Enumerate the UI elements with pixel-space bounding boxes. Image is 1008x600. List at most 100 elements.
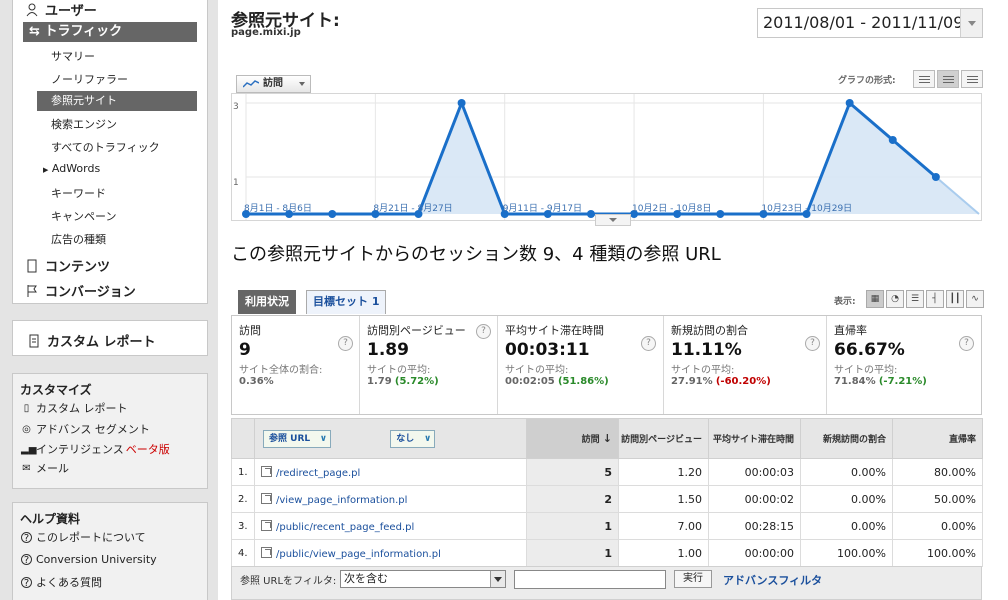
secondary-dimension-select[interactable]: なし (390, 429, 436, 448)
help-about-report[interactable]: ? このレポートについて (21, 529, 146, 545)
summary-heading: この参照元サイトからのセッション数 9、4 種類の参照 URL (231, 244, 721, 265)
report-icon (27, 334, 41, 348)
filter-operator-select[interactable]: 次を含む (340, 570, 506, 588)
view-comparison-button[interactable]: ┤ (926, 290, 944, 308)
help-conversion-university[interactable]: ? Conversion University (21, 553, 157, 566)
help-box: ヘルプ資料 ? このレポートについて ? Conversion Universi… (12, 502, 208, 600)
table-row: 4. /public/view_page_information.pl 1 1.… (231, 539, 983, 567)
customize-custom-report[interactable]: ▯ カスタム レポート (21, 400, 128, 416)
nav-sub-ad-versions[interactable]: 広告の種類 (51, 231, 106, 247)
chart-point[interactable] (845, 99, 854, 107)
row-url-link[interactable]: /public/view_page_information.pl (276, 549, 441, 560)
column-pages-per-visit[interactable]: 訪問別ページビュー (618, 418, 709, 459)
visits-chart-svg: 8月1日 - 8月6日 8月21日 - 8月27日 9月11日 - 9月17日 10月… (231, 93, 982, 221)
document-icon (25, 259, 39, 273)
date-range-picker[interactable]: 2011/08/01 - 2011/11/09 (757, 8, 983, 38)
x-axis-label: 10月23日 - 10月29日 (761, 203, 852, 214)
view-performance-button[interactable]: ☰ (906, 290, 924, 308)
row-url-link[interactable]: /view_page_information.pl (276, 495, 407, 506)
beta-badge: ベータ版 (125, 443, 170, 456)
graph-style-week-button[interactable] (937, 70, 959, 88)
primary-dimension-select[interactable]: 参照 URL (263, 429, 332, 448)
nav-sub-referring-sites[interactable]: 参照元サイト (37, 91, 197, 111)
help-icon[interactable]: ? (959, 336, 974, 351)
table-row: 3. /public/recent_page_feed.pl 1 7.00 00… (231, 512, 983, 540)
chart-point[interactable] (716, 210, 725, 218)
chart-metric-select[interactable]: 訪問 (236, 75, 311, 93)
filter-run-button[interactable]: 実行 (674, 570, 712, 588)
x-axis-label: 9月11日 - 9月17日 (503, 203, 582, 214)
scorecard-avg-time: 平均サイト滞在時間 00:03:11 サイトの平均: 00:02:05 (51.… (498, 316, 664, 414)
customize-email[interactable]: ✉ メール (21, 460, 69, 476)
chart-point[interactable] (328, 210, 337, 218)
chevron-down-icon[interactable] (960, 9, 982, 37)
external-link-icon[interactable] (261, 465, 272, 477)
filter-text-input[interactable] (514, 570, 666, 589)
chart-point[interactable] (931, 173, 940, 181)
nav-sub-direct[interactable]: ノーリファラー (51, 71, 128, 87)
customize-title: カスタマイズ (20, 383, 92, 397)
traffic-icon: ⇆ (29, 24, 40, 39)
nav-users[interactable]: ユーザー (25, 0, 97, 19)
view-table-button[interactable]: ▦ (866, 290, 884, 308)
flag-icon (25, 284, 39, 298)
nav-sub-summary[interactable]: サマリー (51, 48, 95, 64)
nav-sub-all-traffic[interactable]: すべてのトラフィック (51, 139, 160, 155)
nav-sub-keywords[interactable]: キーワード (51, 185, 106, 201)
view-trend-button[interactable]: ∿ (966, 290, 984, 308)
row-url-link[interactable]: /redirect_page.pl (276, 468, 360, 479)
chart-collapse-toggle[interactable] (595, 214, 631, 226)
nav-sub-adwords[interactable]: ▶ AdWords (43, 162, 100, 175)
tab-goal-set-1[interactable]: 目標セット 1 (306, 290, 387, 314)
date-range-text: 2011/08/01 - 2011/11/09 (763, 13, 964, 32)
dropdown-arrow-icon[interactable] (490, 571, 505, 587)
chart-point[interactable] (888, 136, 897, 144)
column-visits[interactable]: 訪問 ↓ (526, 418, 619, 459)
row-url-link[interactable]: /public/recent_page_feed.pl (276, 522, 414, 533)
graph-style-day-button[interactable] (913, 70, 935, 88)
custom-report-link[interactable]: カスタム レポート (27, 331, 156, 350)
nav-conversions[interactable]: コンバージョン (25, 281, 136, 300)
x-axis-label: 10月2日 - 10月8日 (632, 203, 711, 214)
column-new-visits[interactable]: 新規訪問の割合 (800, 418, 893, 459)
help-faq[interactable]: ? よくある質問 (21, 574, 102, 590)
help-icon[interactable]: ? (476, 324, 491, 339)
nav-traffic[interactable]: ⇆ トラフィック (23, 22, 197, 42)
advanced-filter-link[interactable]: アドバンスフィルタ (723, 572, 822, 588)
view-pie-button[interactable]: ◔ (886, 290, 904, 308)
line-chart-icon (243, 80, 259, 88)
nav-content[interactable]: コンテンツ (25, 256, 110, 275)
external-link-icon[interactable] (261, 492, 272, 504)
scorecard-visits: 訪問 9 サイト全体の割合: 0.36% ? (232, 316, 360, 414)
help-icon[interactable]: ? (641, 336, 656, 351)
nav-sub-search-engines[interactable]: 検索エンジン (51, 116, 117, 132)
graph-style-month-button[interactable] (961, 70, 983, 88)
table-row: 1. /redirect_page.pl 5 1.20 00:00:03 0.0… (231, 458, 983, 486)
help-icon[interactable]: ? (805, 336, 820, 351)
x-axis-label: 8月1日 - 8月6日 (244, 203, 312, 214)
column-avg-time[interactable]: 平均サイト滞在時間 (708, 418, 801, 459)
filter-label: 参照 URLをフィルタ: (240, 576, 337, 587)
pie-icon: ◔ (891, 294, 899, 304)
chart-point[interactable] (586, 210, 595, 218)
trend-icon: ∿ (971, 294, 979, 304)
custom-report-box[interactable]: カスタム レポート (12, 320, 208, 356)
target-icon: ◎ (22, 423, 31, 435)
user-icon (25, 3, 39, 17)
external-link-icon[interactable] (261, 546, 272, 558)
bar-chart-icon: ▂▅ (21, 443, 37, 455)
column-bounce-rate[interactable]: 直帰率 (892, 418, 983, 459)
nav-sub-campaigns[interactable]: キャンペーン (51, 208, 116, 224)
scorecard-new-visits: 新規訪問の割合 11.11% サイトの平均: 27.91% (-60.20%) … (664, 316, 827, 414)
customize-advanced-segment[interactable]: ◎ アドバンス セグメント (21, 421, 150, 437)
bars-icon: ☰ (910, 294, 920, 304)
filter-bar: 参照 URLをフィルタ: 次を含む 実行 アドバンスフィルタ (231, 566, 982, 600)
external-link-icon[interactable] (261, 519, 272, 531)
chart-point[interactable] (457, 99, 466, 107)
visits-chart: 8月1日 - 8月6日 8月21日 - 8月27日 9月11日 - 9月17日 10月… (231, 93, 982, 221)
tab-usage[interactable]: 利用状況 (238, 290, 296, 314)
customize-intelligence[interactable]: ▂▅ インテリジェンス ベータ版 (21, 441, 170, 457)
dropdown-arrow-icon (299, 82, 305, 89)
view-pivot-button[interactable]: ┃┃ (946, 290, 964, 308)
help-icon[interactable]: ? (338, 336, 353, 351)
